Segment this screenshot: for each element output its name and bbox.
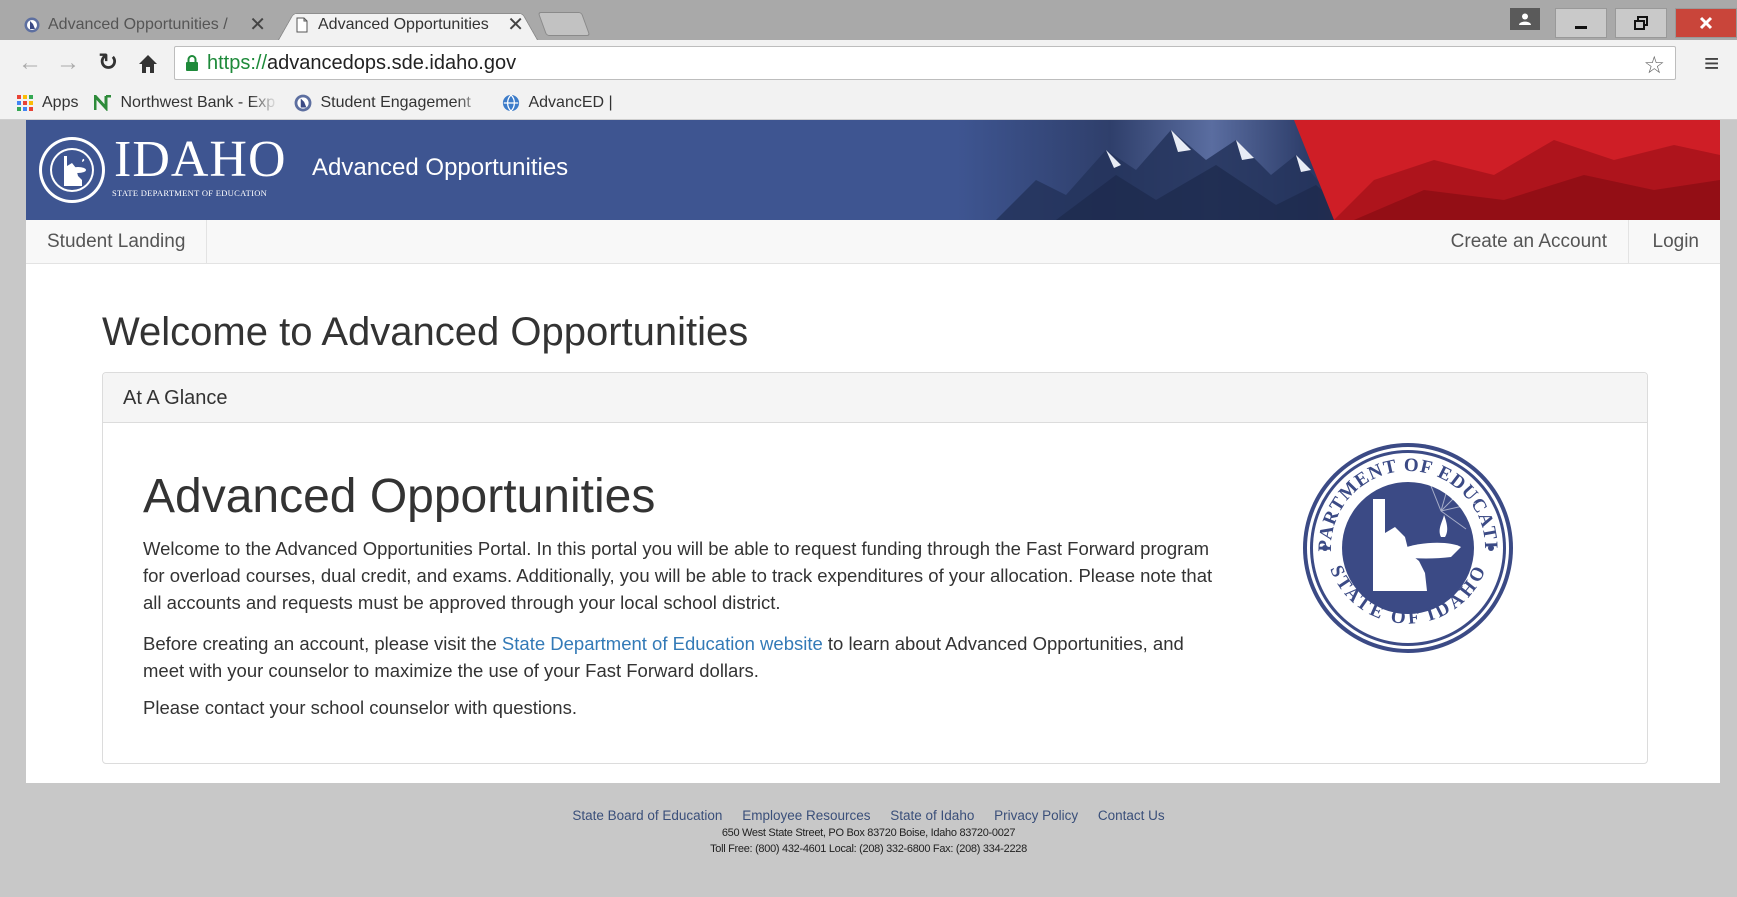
window-close-button[interactable]	[1675, 8, 1737, 38]
browser-menu-icon[interactable]: ≡	[1704, 48, 1719, 79]
footer-address: 650 West State Street, PO Box 83720 Bois…	[721, 827, 1016, 839]
new-tab-button[interactable]	[537, 12, 591, 36]
back-arrow-icon[interactable]: ←	[16, 50, 44, 76]
bookmark-apps[interactable]: Apps	[16, 94, 78, 112]
user-profile-icon[interactable]	[1510, 8, 1540, 30]
bookmark-label: AdvancED |	[528, 93, 613, 111]
at-a-glance-panel: At A Glance Advanced Opportunities Welco…	[102, 372, 1648, 764]
main-navbar: Student Landing Create an Account Login	[26, 220, 1720, 264]
globe-icon	[502, 93, 520, 112]
footer-phones: Toll Free: (800) 432-4601 Local: (208) 3…	[710, 843, 1027, 855]
bookmark-advanced[interactable]: AdvancED |	[502, 93, 613, 112]
intro-paragraph: Welcome to the Advanced Opportunities Po…	[143, 538, 1213, 613]
page-content: IDAHO STATE DEPARTMENT OF EDUCATION Adva…	[26, 120, 1720, 783]
sde-seal-icon	[294, 94, 312, 112]
department-of-education-seal: DEPARTMENT OF EDUCATION STATE OF IDAHO	[1301, 441, 1513, 653]
idaho-seal-logo	[39, 137, 105, 203]
site-banner: IDAHO STATE DEPARTMENT OF EDUCATION Adva…	[26, 120, 1720, 220]
bookmark-label: Apps	[42, 93, 79, 111]
address-bar[interactable]: https://advancedops.sde.idaho.gov ☆	[174, 46, 1676, 80]
panel-title: Advanced Opportunities	[143, 470, 656, 523]
tab-close-icon[interactable]: ✕	[507, 15, 524, 35]
contact-paragraph: Please contact your school counselor wit…	[143, 697, 577, 718]
northwest-bank-icon	[94, 94, 112, 112]
red-mountain-image	[1294, 120, 1720, 220]
tab-close-icon[interactable]: ✕	[249, 15, 266, 35]
lock-icon	[186, 55, 198, 71]
bookmark-student-engagement[interactable]: Student Engagement	[294, 94, 486, 112]
site-footer: State Board of Education Employee Resour…	[0, 808, 1737, 855]
page-title: Welcome to Advanced Opportunities	[102, 310, 749, 354]
bookmark-star-icon[interactable]: ☆	[1643, 51, 1665, 80]
bookmarks-bar: Apps Northwest Bank - Exp Student Engage…	[0, 86, 1737, 120]
info-paragraph: Before creating an account, please visit…	[143, 633, 1184, 681]
browser-tab-active[interactable]: Advanced Opportunities ✕	[278, 9, 538, 40]
nav-create-account[interactable]: Create an Account	[1430, 220, 1629, 264]
footer-link-employee-resources[interactable]: Employee Resources	[742, 808, 870, 823]
forward-arrow-icon[interactable]: →	[54, 50, 82, 76]
nav-login[interactable]: Login	[1632, 220, 1721, 264]
sde-website-link[interactable]: State Department of Education website	[502, 633, 823, 654]
footer-link-privacy-policy[interactable]: Privacy Policy	[994, 808, 1078, 823]
tab-title: Advanced Opportunities	[318, 15, 489, 33]
apps-grid-icon	[16, 94, 34, 112]
browser-tabstrip: Advanced Opportunities / ✕ Advanced Oppo…	[0, 0, 1737, 40]
footer-links: State Board of Education Employee Resour…	[0, 808, 1737, 823]
footer-link-state-board[interactable]: State Board of Education	[572, 808, 722, 823]
nav-student-landing[interactable]: Student Landing	[26, 220, 208, 264]
url-text: https://advancedops.sde.idaho.gov	[207, 51, 517, 74]
idaho-logo-word: IDAHO	[114, 131, 287, 188]
reload-icon[interactable]: ↻	[94, 50, 122, 76]
tab-title: Advanced Opportunities /	[48, 15, 228, 33]
window-minimize-button[interactable]	[1555, 8, 1607, 38]
footer-link-state-of-idaho[interactable]: State of Idaho	[890, 808, 974, 823]
panel-heading: At A Glance	[103, 373, 1647, 423]
sde-seal-favicon-icon	[24, 17, 40, 32]
home-icon[interactable]	[134, 50, 162, 81]
bookmark-northwest-bank[interactable]: Northwest Bank - Exp	[94, 94, 278, 112]
bookmark-label: Student Engagement	[320, 93, 471, 111]
browser-tab-inactive[interactable]: Advanced Opportunities / ✕	[8, 9, 280, 40]
bookmark-label: Northwest Bank - Exp	[120, 93, 276, 111]
page-document-icon	[296, 17, 308, 32]
site-title[interactable]: Advanced Opportunities	[312, 154, 568, 182]
window-restore-button[interactable]	[1615, 8, 1667, 38]
footer-link-contact-us[interactable]: Contact Us	[1098, 808, 1165, 823]
browser-toolbar: ← → ↻ https://advancedops.sde.idaho.gov …	[0, 40, 1737, 86]
idaho-logo-subtitle: STATE DEPARTMENT OF EDUCATION	[112, 188, 268, 198]
